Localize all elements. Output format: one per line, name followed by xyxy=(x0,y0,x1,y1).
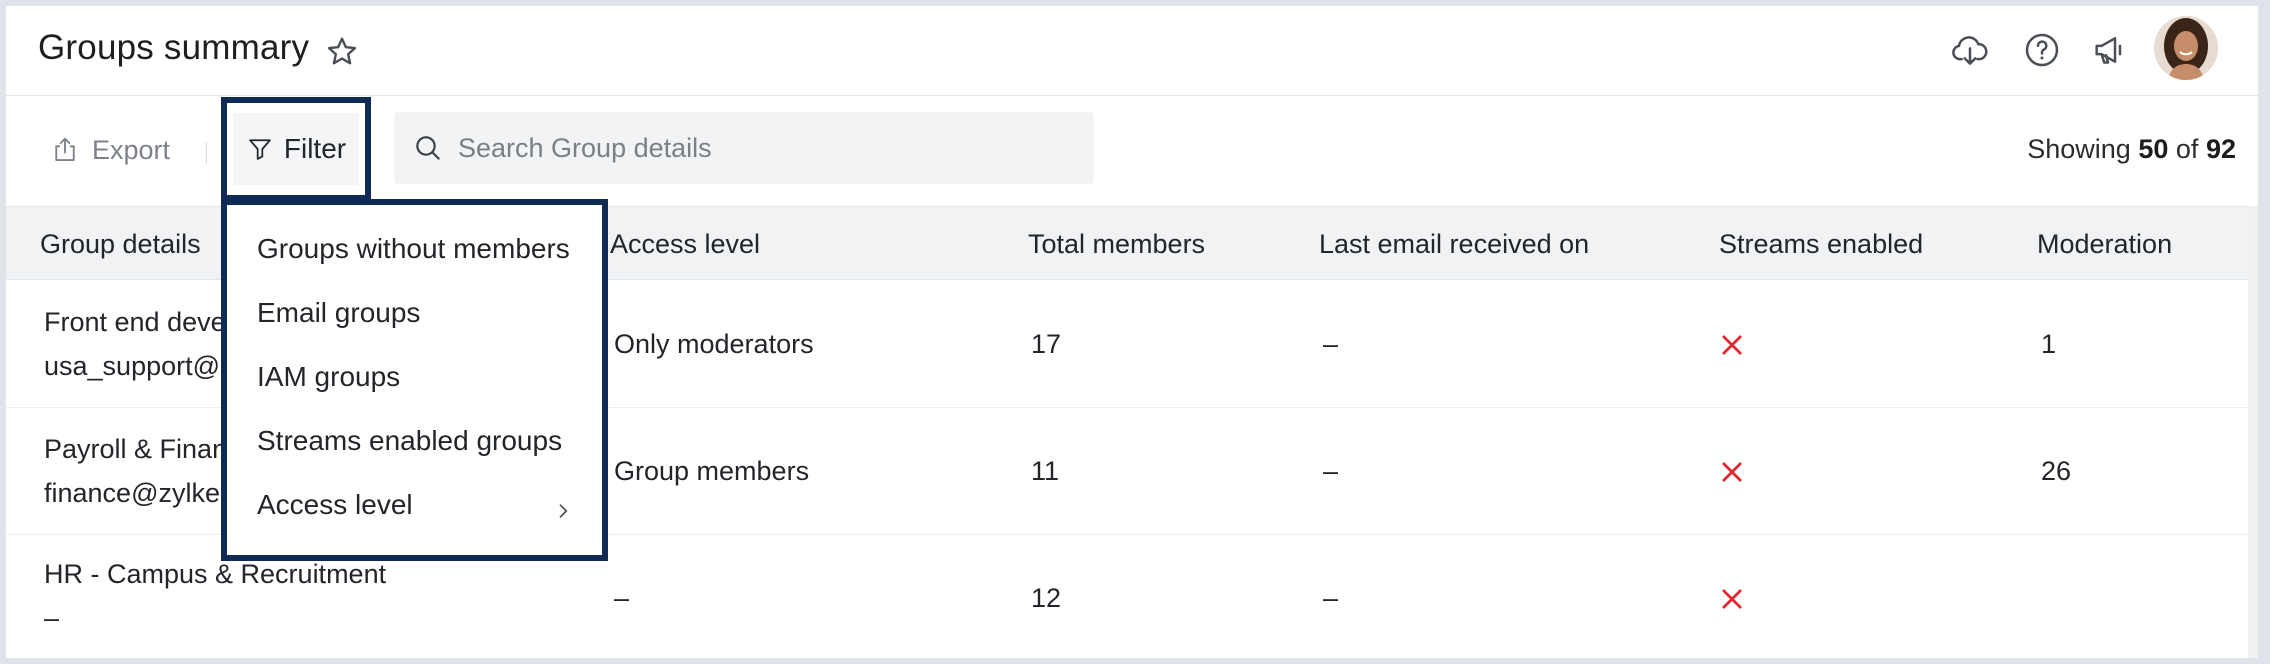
help-icon[interactable] xyxy=(2022,30,2062,70)
announcement-icon[interactable] xyxy=(2090,30,2130,70)
menu-item-email-groups[interactable]: Email groups xyxy=(257,297,420,329)
group-name: Payroll & Finan xyxy=(44,434,228,464)
column-header-group-details[interactable]: Group details xyxy=(40,229,201,260)
access-level: – xyxy=(614,583,630,613)
search-input[interactable] xyxy=(458,132,1058,164)
showing-prefix: Showing xyxy=(2027,134,2131,164)
total-members: 11 xyxy=(1031,456,1060,486)
total-members: 12 xyxy=(1031,583,1062,613)
column-header-last-email[interactable]: Last email received on xyxy=(1319,229,1589,260)
group-email: – xyxy=(44,603,60,633)
filter-dropdown-menu: Groups without members Email groups IAM … xyxy=(221,199,608,561)
column-header-moderation[interactable]: Moderation xyxy=(2037,229,2172,260)
menu-item-groups-without-members[interactable]: Groups without members xyxy=(257,233,570,265)
showing-count: 50 xyxy=(2138,134,2169,164)
menu-item-iam-groups[interactable]: IAM groups xyxy=(257,361,400,393)
page-title: Groups summary xyxy=(38,28,310,67)
group-email: usa_support@ xyxy=(44,351,221,381)
last-email: – xyxy=(1323,456,1339,486)
cross-icon xyxy=(1722,589,1742,609)
last-email: – xyxy=(1323,583,1339,613)
export-icon xyxy=(55,137,75,161)
group-email: finance@zylke xyxy=(44,478,220,508)
moderation-count: 1 xyxy=(2041,329,2057,359)
last-email: – xyxy=(1323,329,1339,359)
search-box[interactable] xyxy=(394,112,1094,184)
filter-label: Filter xyxy=(283,133,347,164)
scrollbar[interactable] xyxy=(2248,206,2258,658)
star-icon[interactable] xyxy=(324,34,360,70)
page-header: Groups summary xyxy=(6,6,2258,96)
moderation-count: 26 xyxy=(2041,456,2072,486)
export-label: Export xyxy=(92,134,171,165)
cross-icon xyxy=(1722,335,1742,355)
column-header-access-level[interactable]: Access level xyxy=(610,229,760,260)
results-count: Showing 50 of 92 xyxy=(2027,134,2236,165)
cross-icon xyxy=(1722,462,1742,482)
menu-item-access-level[interactable]: Access level xyxy=(257,489,413,521)
chevron-right-icon xyxy=(559,504,568,518)
filter-button[interactable]: Filter xyxy=(221,97,371,201)
avatar[interactable] xyxy=(2154,16,2218,80)
app-frame: Groups summary Export Filter Search Grou… xyxy=(6,6,2258,658)
total-members: 17 xyxy=(1031,329,1062,359)
column-header-streams-enabled[interactable]: Streams enabled xyxy=(1719,229,1923,260)
access-level: Group members xyxy=(614,456,810,486)
showing-total: 92 xyxy=(2205,134,2236,164)
menu-item-streams-enabled-groups[interactable]: Streams enabled groups xyxy=(257,425,562,457)
column-header-total-members[interactable]: Total members xyxy=(1028,229,1205,260)
group-name: HR - Campus & Recruitment xyxy=(44,559,387,589)
toolbar-divider xyxy=(206,142,207,164)
cloud-download-icon[interactable] xyxy=(1950,30,1990,70)
search-icon xyxy=(416,136,440,160)
export-button[interactable]: Export xyxy=(50,130,170,170)
group-name: Front end deve xyxy=(44,307,226,337)
access-level: Only moderators xyxy=(614,329,814,359)
showing-of: of xyxy=(2175,134,2199,164)
filter-icon xyxy=(249,139,271,160)
